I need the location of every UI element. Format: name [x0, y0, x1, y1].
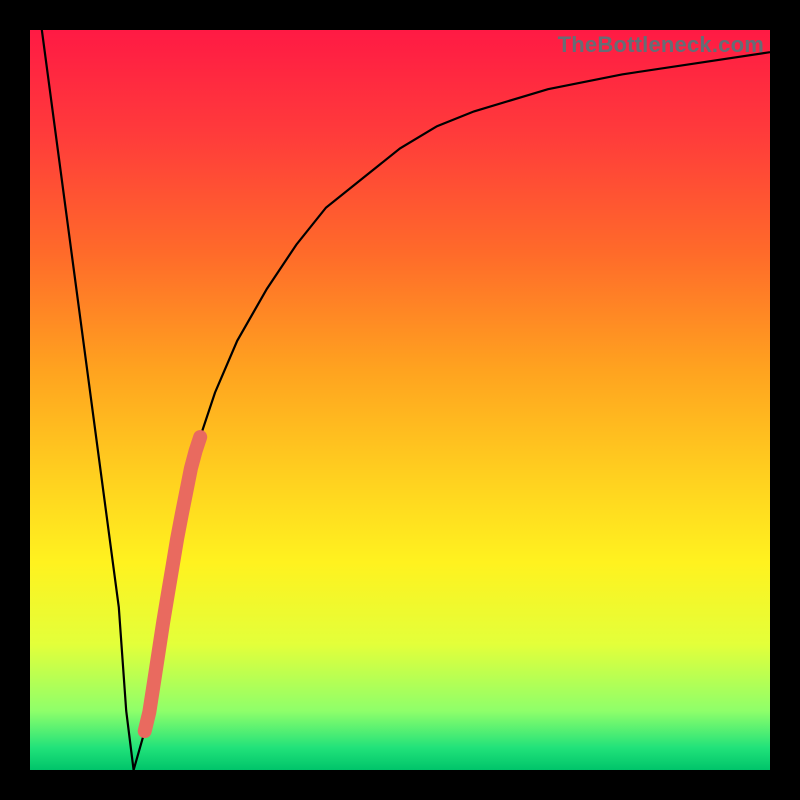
chart-frame: TheBottleneck.com [0, 0, 800, 800]
curve-overlay [30, 30, 770, 770]
highlighted-segment [145, 437, 201, 731]
bottleneck-curve [30, 30, 770, 770]
plot-area: TheBottleneck.com [30, 30, 770, 770]
